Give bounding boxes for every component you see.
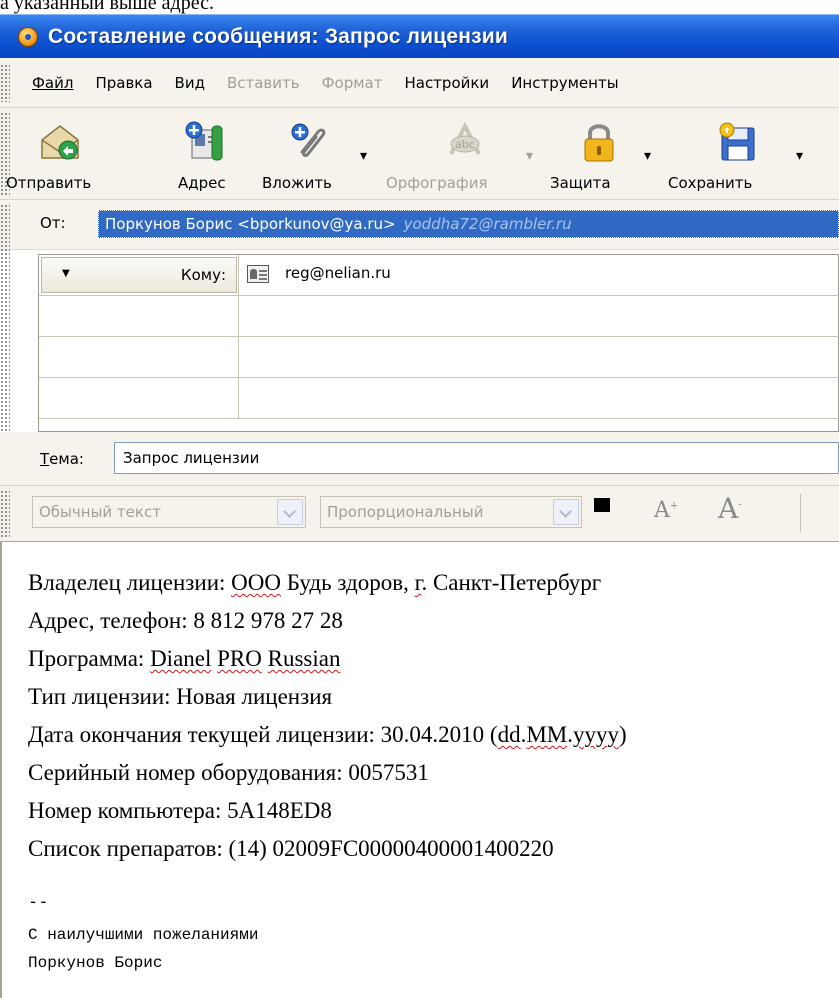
menu-bar: Файл Правка Вид Вставить Формат Настройк…: [0, 58, 839, 108]
menu-insert[interactable]: Вставить: [227, 74, 300, 92]
app-icon: [16, 25, 40, 49]
from-row: От: Поркунов Борис <bporkunov@ya.ru> yodd…: [0, 200, 839, 454]
recipient-type-cell[interactable]: [39, 296, 239, 336]
menubar-grip[interactable]: [0, 64, 10, 102]
security-button[interactable]: Защита: [540, 108, 630, 200]
spellcheck-icon: abc: [443, 120, 487, 164]
body-line: Серийный номер оборудования: 0057531: [28, 760, 429, 785]
recipient-address: reg@nelian.ru: [285, 264, 391, 282]
recipient-row: ▼ Кому: reg@nelian.ru: [39, 255, 839, 296]
menu-view[interactable]: Вид: [175, 74, 205, 92]
body-line: Владелец лицензии: ООО Будь здоров, г. С…: [28, 570, 602, 595]
body-line: Программа: Dianel PRO Russian: [28, 646, 341, 671]
save-label: Сохранить: [668, 174, 753, 192]
floppy-disk-icon: [716, 120, 760, 164]
send-envelope-icon: [38, 120, 82, 164]
padlock-icon: [577, 120, 621, 164]
recipients-list: ▼ Кому: reg@nelian.ru: [38, 254, 839, 432]
address-button[interactable]: Адрес: [160, 108, 240, 200]
recipient-type-select[interactable]: ▼ Кому:: [41, 257, 237, 293]
chevron-down-icon[interactable]: [277, 499, 303, 525]
menu-options[interactable]: Настройки: [404, 74, 489, 92]
font-value: Пропорциональный: [327, 503, 484, 521]
recipient-address-field[interactable]: [239, 337, 839, 377]
body-line: Дата окончания текущей лицензии: 30.04.2…: [28, 722, 627, 747]
decrease-font-size-icon[interactable]: A-: [718, 492, 742, 525]
body-line: Тип лицензии: Новая лицензия: [28, 684, 333, 709]
from-value: Поркунов Борис <bporkunov@ya.ru>: [105, 215, 396, 233]
security-label: Защита: [550, 174, 611, 192]
chevron-down-icon[interactable]: [553, 499, 579, 525]
attach-button[interactable]: Вложить: [258, 108, 348, 200]
signature-line: С наилучшими пожеланиями: [28, 926, 259, 944]
address-label: Адрес: [178, 174, 226, 192]
body-line: Номер компьютера: 5A148ED8: [28, 798, 332, 823]
recipient-row: [39, 378, 839, 419]
address-book-icon: [182, 120, 226, 164]
toolbar-divider: [800, 494, 801, 532]
window-title: Составление сообщения: Запрос лицензии: [48, 24, 509, 48]
title-bar[interactable]: Составление сообщения: Запрос лицензии: [0, 14, 839, 58]
increase-font-size-icon[interactable]: A+: [654, 498, 678, 523]
recipient-address-field[interactable]: [239, 296, 839, 336]
subject-label: Тема:: [40, 450, 84, 468]
recipient-type-cell[interactable]: [39, 337, 239, 377]
recipient-row: [39, 337, 839, 378]
from-select[interactable]: Поркунов Борис <bporkunov@ya.ru> yoddha72…: [98, 210, 839, 238]
paperclip-icon: [288, 120, 332, 164]
main-toolbar: Отправить Адрес Вложить ▾ abc Орфография…: [0, 108, 839, 200]
subject-input[interactable]: Запрос лицензии: [114, 442, 839, 474]
svg-text:abc: abc: [455, 138, 475, 151]
paragraph-format-value: Обычный текст: [39, 503, 161, 521]
spelling-label: Орфография: [386, 174, 488, 192]
attach-label: Вложить: [262, 174, 332, 192]
paragraph-format-select[interactable]: Обычный текст: [32, 496, 306, 528]
header-grip[interactable]: [0, 204, 10, 454]
signature-line: Поркунов Борис: [28, 954, 163, 972]
chevron-down-icon: ▼: [62, 268, 70, 279]
security-dropdown-icon[interactable]: ▾: [644, 148, 651, 164]
from-label: От:: [40, 214, 66, 232]
send-label: Отправить: [6, 174, 92, 192]
send-button[interactable]: Отправить: [6, 108, 114, 200]
menu-format[interactable]: Формат: [322, 74, 383, 92]
save-dropdown-icon[interactable]: ▾: [796, 148, 803, 164]
format-toolbar: Обычный текст Пропорциональный A+ A-: [0, 486, 839, 542]
menu-edit[interactable]: Правка: [95, 74, 152, 92]
text-color-icon[interactable]: [594, 498, 624, 528]
font-select[interactable]: Пропорциональный: [320, 496, 582, 528]
recipient-address-field[interactable]: reg@nelian.ru: [239, 255, 839, 295]
from-alt-account: yoddha72@rambler.ru: [403, 215, 572, 233]
menu-file[interactable]: Файл: [32, 74, 73, 92]
recipient-type-cell[interactable]: [39, 378, 239, 418]
body-line: Список препаратов: (14) 02009FC000004000…: [28, 836, 554, 861]
menu-tools[interactable]: Инструменты: [511, 74, 618, 92]
top-caption: а указанный выше адрес.: [0, 0, 214, 14]
spelling-dropdown-icon[interactable]: ▾: [526, 148, 533, 164]
attach-dropdown-icon[interactable]: ▾: [360, 148, 367, 164]
signature-separator: --: [28, 892, 49, 912]
spelling-button[interactable]: abc Орфография: [380, 108, 510, 200]
save-button[interactable]: Сохранить: [668, 108, 778, 200]
body-line: Адрес, телефон: 8 812 978 27 28: [28, 608, 343, 633]
subject-row: Тема: Запрос лицензии: [0, 432, 839, 486]
message-body[interactable]: Владелец лицензии: ООО Будь здоров, г. С…: [0, 542, 839, 998]
format-toolbar-grip[interactable]: [0, 490, 10, 538]
recipient-address-field[interactable]: [239, 378, 839, 418]
contact-card-icon: [247, 265, 269, 283]
recipient-type-label: Кому:: [180, 266, 226, 284]
recipient-row: [39, 296, 839, 337]
